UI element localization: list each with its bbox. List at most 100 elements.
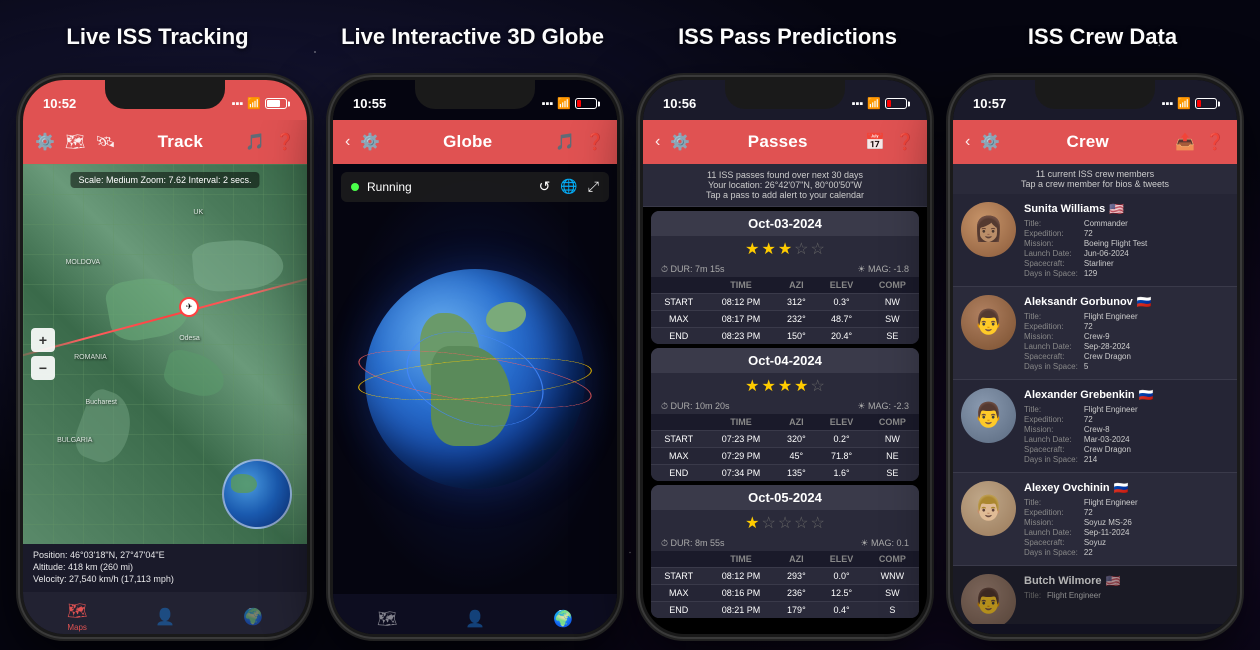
row-elev: 0.0° — [817, 567, 865, 584]
map-label-moldova: MOLDOVA — [66, 259, 101, 266]
tab-globe[interactable]: 🌍 — [243, 607, 263, 627]
detail-exp-label-2: Expedition: — [1024, 322, 1078, 331]
row-time: 07:29 PM — [707, 447, 776, 464]
help-icon-4[interactable]: ❓ — [1205, 132, 1225, 152]
tab-globe-person[interactable]: 👤 — [465, 609, 485, 629]
tab-globe-maps[interactable]: 🗺 — [377, 609, 397, 629]
star-2-2: ★ — [761, 376, 775, 396]
pass-dur-label-2: ⏱ DUR: 10m 20s — [661, 401, 730, 412]
row-elev: 0.2° — [817, 430, 865, 447]
velocity-label: Velocity: 27,540 km/h (17,113 mph) — [33, 574, 174, 584]
avatar-emoji-wilmore: 👨 — [974, 587, 1004, 616]
row-type: MAX — [651, 310, 707, 327]
crew-member-gorbunov[interactable]: 👨 Aleksandr Gorbunov 🇷🇺 Title:Flight Eng… — [953, 287, 1237, 380]
zoom-in-button[interactable]: + — [31, 328, 55, 352]
calendar-icon-3[interactable]: 📅 — [865, 132, 885, 152]
pass-date-2: Oct-04-2024 — [651, 348, 919, 373]
settings-icon-1[interactable]: ⚙️ — [35, 132, 55, 152]
music-icon-1[interactable]: 🎵 — [245, 132, 265, 152]
crew-info-gorbunov: Aleksandr Gorbunov 🇷🇺 Title:Flight Engin… — [1024, 295, 1229, 371]
globe-3d-container[interactable]: Running ↺ 🌐 ⤢ — [333, 164, 617, 594]
back-icon-3[interactable]: ‹ — [655, 133, 660, 151]
crew-info-ovchinin: Alexey Ovchinin 🇷🇺 Title:Flight Engineer… — [1024, 481, 1229, 557]
detail-craft-grebenkin: Crew Dragon — [1084, 445, 1229, 454]
settings-icon-2[interactable]: ⚙️ — [360, 132, 380, 152]
map-container[interactable]: Scale: Medium Zoom: 7.62 Interval: 2 sec… — [23, 164, 307, 544]
phone-passes: 10:56 ▪▪▪ 📶 ‹ ⚙️ Passes 📅 — [640, 77, 930, 637]
help-icon-3[interactable]: ❓ — [895, 132, 915, 152]
globe-icon: 🌍 — [243, 607, 263, 627]
help-icon-1[interactable]: ❓ — [275, 132, 295, 152]
settings-icon-3[interactable]: ⚙️ — [670, 132, 690, 152]
row-azi: 232° — [775, 310, 817, 327]
crew-name-gorbunov: Aleksandr Gorbunov — [1024, 296, 1133, 308]
row-comp: NW — [866, 293, 919, 310]
star-3-4: ☆ — [794, 513, 808, 533]
help-icon-2[interactable]: ❓ — [585, 132, 605, 152]
tab-globe-globe[interactable]: 🌍 — [553, 609, 573, 629]
pass-date-1: Oct-03-2024 — [651, 211, 919, 236]
position-label: Position: 46°03'18"N, 27°47'04"E — [33, 550, 165, 560]
nav-bar-1: ⚙️ 🗺 🛰 Track 🎵 ❓ — [23, 120, 307, 164]
row-type: MAX — [651, 584, 707, 601]
star-1-3: ★ — [778, 239, 792, 259]
map-scale-bar: Scale: Medium Zoom: 7.62 Interval: 2 sec… — [70, 172, 259, 188]
pass-table-1: TIMEAZIELEVCOMP START08:12 PM312°0.3°NW … — [651, 277, 919, 344]
row-type: START — [651, 567, 707, 584]
zoom-out-button[interactable]: − — [31, 356, 55, 380]
crew-member-grebenkin[interactable]: 👨 Alexander Grebenkin 🇷🇺 Title:Flight En… — [953, 380, 1237, 473]
avatar-emoji-sunita: 👩🏽 — [974, 215, 1004, 244]
label-phone1: Live ISS Tracking — [0, 0, 315, 73]
share-icon-4[interactable]: 📤 — [1175, 132, 1195, 152]
signal-icon-1: ▪▪▪ — [232, 98, 244, 110]
pass-card-2[interactable]: Oct-04-2024 ★ ★ ★ ★ ☆ ⏱ DUR: 10m 20s ☀ M… — [651, 348, 919, 481]
mini-globe[interactable] — [222, 459, 292, 529]
refresh-icon[interactable]: ↺ — [539, 178, 551, 195]
row-comp: S — [866, 601, 919, 618]
satellite-icon-1[interactable]: 🛰 — [95, 132, 115, 152]
globe-wrapper — [365, 269, 585, 489]
pass-card-3[interactable]: Oct-05-2024 ★ ☆ ☆ ☆ ☆ ⏱ DUR: 8m 55s ☀ MA… — [651, 485, 919, 618]
row-type: END — [651, 327, 707, 344]
section-labels: Live ISS Tracking Live Interactive 3D Gl… — [0, 0, 1260, 73]
crew-member-wilmore[interactable]: 👨 Butch Wilmore 🇺🇸 Title:Flight Engineer — [953, 566, 1237, 624]
music-icon-2[interactable]: 🎵 — [555, 132, 575, 152]
pass-card-1[interactable]: Oct-03-2024 ★ ★ ★ ☆ ☆ ⏱ DUR: 7m 15s ☀ MA… — [651, 211, 919, 344]
iss-position-marker: ✈ — [179, 297, 199, 317]
pass-row: START07:23 PM320°0.2°NW — [651, 430, 919, 447]
pass-row: MAX08:16 PM236°12.5°SW — [651, 584, 919, 601]
star-3-3: ☆ — [778, 513, 792, 533]
tab-person-icon-2: 👤 — [465, 609, 485, 629]
detail-launch-grebenkin: Mar-03-2024 — [1084, 435, 1229, 444]
pass-dur-label-3: ⏱ DUR: 8m 55s — [661, 538, 725, 549]
expand-icon[interactable]: ⤢ — [588, 178, 599, 195]
battery-3 — [885, 98, 907, 109]
detail-title-sunita: Commander — [1084, 219, 1229, 228]
passes-count: 11 ISS passes found over next 30 days — [653, 170, 917, 180]
detail-craft-label: Spacecraft: — [1024, 259, 1078, 268]
wifi-icon-3: 📶 — [867, 97, 881, 110]
settings-icon-4[interactable]: ⚙️ — [980, 132, 1000, 152]
wifi-icon-2: 📶 — [557, 97, 571, 110]
detail-exp-gorbunov: 72 — [1084, 322, 1229, 331]
phone-notch — [105, 77, 225, 109]
globe-view-icon[interactable]: 🌐 — [560, 178, 577, 195]
crew-name-row-wilmore: Butch Wilmore 🇺🇸 — [1024, 574, 1229, 588]
wifi-icon-1: 📶 — [247, 97, 261, 110]
back-icon-4[interactable]: ‹ — [965, 133, 970, 151]
crew-member-ovchinin[interactable]: 👨🏼 Alexey Ovchinin 🇷🇺 Title:Flight Engin… — [953, 473, 1237, 566]
back-icon-2[interactable]: ‹ — [345, 133, 350, 151]
detail-launch-ovchinin: Sep-11-2024 — [1084, 528, 1229, 537]
crew-flag-wilmore: 🇺🇸 — [1106, 574, 1121, 588]
col-elev: ELEV — [817, 414, 865, 431]
crew-member-sunita[interactable]: 👩🏽 Sunita Williams 🇺🇸 Title:Commander Ex… — [953, 194, 1237, 287]
tab-maps[interactable]: 🗺 Maps — [67, 601, 87, 632]
row-azi: 320° — [775, 430, 817, 447]
passes-location: Your location: 26°42'07"N, 80°00'50"W — [653, 180, 917, 190]
tab-person[interactable]: 👤 — [155, 607, 175, 627]
row-comp: SE — [866, 464, 919, 481]
detail-title-wilmore: Flight Engineer — [1047, 591, 1229, 600]
globe-land-asia — [486, 302, 526, 332]
detail-mission-label-2: Mission: — [1024, 332, 1078, 341]
layers-icon-1[interactable]: 🗺 — [65, 132, 85, 152]
